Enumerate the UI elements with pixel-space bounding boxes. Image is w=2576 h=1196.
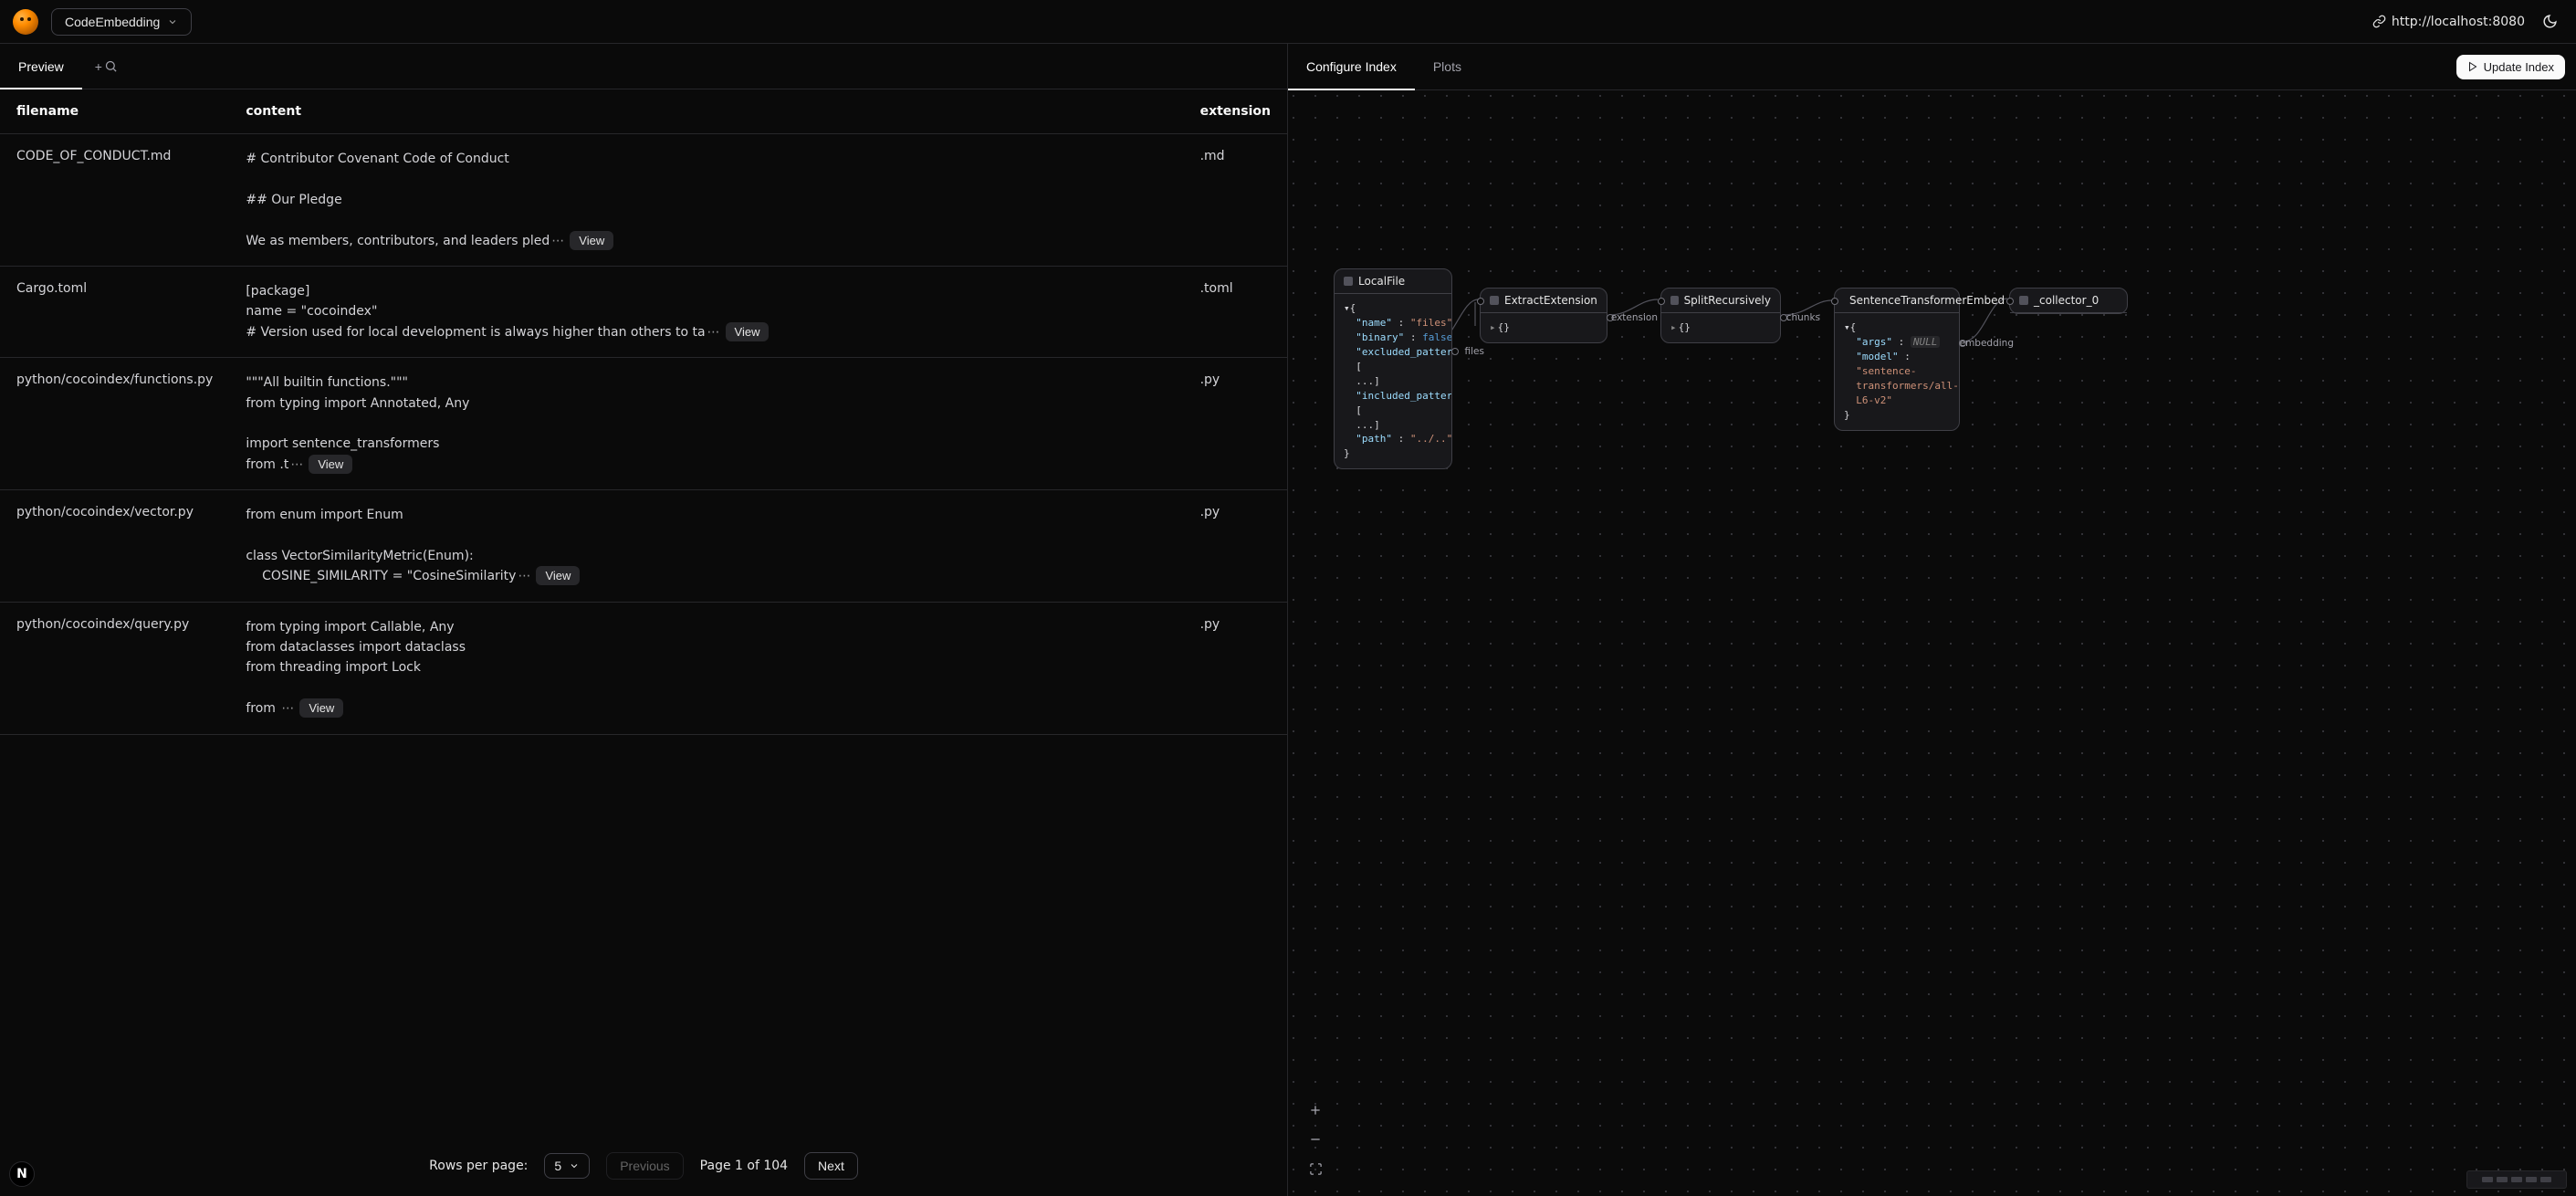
cell-filename: python/cocoindex/query.py (0, 602, 229, 734)
fit-view-button[interactable] (1303, 1156, 1328, 1181)
cell-filename: python/cocoindex/functions.py (0, 358, 229, 490)
flow-edges (1288, 90, 2576, 1196)
view-button[interactable]: View (536, 566, 580, 585)
project-selector[interactable]: CodeEmbedding (51, 8, 192, 36)
table-row: CODE_OF_CONDUCT.md# Contributor Covenant… (0, 134, 1287, 267)
zoom-in-button[interactable] (1303, 1097, 1328, 1123)
moon-icon (2542, 14, 2558, 29)
tab-preview[interactable]: Preview (0, 44, 82, 89)
app-logo (13, 9, 38, 35)
rows-per-page-label: Rows per page: (429, 1159, 528, 1173)
next-page-button[interactable]: Next (804, 1152, 858, 1180)
tab-plots[interactable]: Plots (1415, 44, 1480, 89)
port-in[interactable] (1477, 298, 1484, 305)
cell-extension: .md (1184, 134, 1287, 267)
node-title: SentenceTransformerEmbed (1849, 294, 2005, 307)
flow-canvas[interactable]: LocalFile ▾{ "name" : "files" "binary" :… (1288, 90, 2576, 1196)
collector-icon (2019, 296, 2028, 305)
col-extension: extension (1184, 89, 1287, 134)
cell-content: [package] name = "cocoindex" # Version u… (229, 266, 1183, 357)
cell-content: # Contributor Covenant Code of Conduct #… (229, 134, 1183, 267)
node-sentence-transformer-embed[interactable]: SentenceTransformerEmbed ▾{ "args" : NUL… (1834, 288, 1960, 431)
table-row: python/cocoindex/functions.py"""All buil… (0, 358, 1287, 490)
right-tabs: Configure Index Plots (1288, 44, 1480, 89)
node-split-recursively[interactable]: SplitRecursively ▸{} chunks (1660, 288, 1781, 343)
node-title: LocalFile (1358, 275, 1405, 288)
play-icon (2467, 61, 2478, 72)
update-index-button[interactable]: Update Index (2456, 55, 2565, 79)
minus-icon (1308, 1132, 1323, 1147)
theme-toggle[interactable] (2536, 8, 2563, 36)
view-button[interactable]: View (299, 698, 343, 718)
cell-filename: CODE_OF_CONDUCT.md (0, 134, 229, 267)
plus-icon (1308, 1103, 1323, 1117)
view-button[interactable]: View (309, 455, 352, 474)
cell-extension: .py (1184, 602, 1287, 734)
function-icon (1490, 296, 1499, 305)
ellipsis-icon: ⋯ (516, 569, 532, 583)
left-pane: Preview + filename content extension COD (0, 44, 1288, 1196)
node-extract-extension[interactable]: ExtractExtension ▸▸ {}{} extension (1480, 288, 1607, 343)
topbar: CodeEmbedding http://localhost:8080 (0, 0, 2576, 44)
port-label-chunks: chunks (1786, 312, 1820, 323)
minimap[interactable] (2466, 1170, 2567, 1189)
left-tabs: Preview + (0, 44, 1287, 89)
node-title: SplitRecursively (1684, 294, 1771, 307)
plus-icon: + (95, 59, 102, 74)
view-button[interactable]: View (726, 322, 770, 341)
page-info: Page 1 of 104 (700, 1159, 788, 1173)
col-filename: filename (0, 89, 229, 134)
prev-page-button[interactable]: Previous (606, 1152, 683, 1180)
ellipsis-icon: ⋯ (706, 325, 722, 340)
node-collector[interactable]: _collector_0 (2009, 288, 2128, 314)
port-label-extension: extension (1611, 312, 1658, 323)
zoom-out-button[interactable] (1303, 1127, 1328, 1152)
port-in[interactable] (1658, 298, 1665, 305)
database-icon (1344, 277, 1353, 286)
server-link[interactable]: http://localhost:8080 (2372, 15, 2525, 29)
rows-per-page-select[interactable]: 5 (544, 1153, 590, 1179)
cell-content: """All builtin functions.""" from typing… (229, 358, 1183, 490)
col-content: content (229, 89, 1183, 134)
table-row: Cargo.toml[package] name = "cocoindex" #… (0, 266, 1287, 357)
table-row: python/cocoindex/vector.pyfrom enum impo… (0, 490, 1287, 603)
port-label-embedding: embedding (1960, 338, 2014, 349)
table-row: python/cocoindex/query.pyfrom typing imp… (0, 602, 1287, 734)
port-in[interactable] (1831, 298, 1838, 305)
right-pane: Configure Index Plots Update Index (1288, 44, 2576, 1196)
maximize-icon (1309, 1162, 1323, 1176)
cell-content: from typing import Callable, Any from da… (229, 602, 1183, 734)
node-title: ExtractExtension (1504, 294, 1597, 307)
port-label-files: files (1465, 346, 1484, 357)
cell-extension: .toml (1184, 266, 1287, 357)
tab-add-search[interactable]: + (82, 44, 131, 89)
cell-filename: python/cocoindex/vector.py (0, 490, 229, 603)
cell-extension: .py (1184, 358, 1287, 490)
pagination: Rows per page: 5 Previous Page 1 of 104 … (0, 1136, 1287, 1196)
corner-badge[interactable]: N (9, 1161, 35, 1187)
port-in[interactable] (2006, 298, 2014, 305)
cell-extension: .py (1184, 490, 1287, 603)
ellipsis-icon: ⋯ (279, 701, 296, 716)
cell-content: from enum import Enum class VectorSimila… (229, 490, 1183, 603)
node-localfile[interactable]: LocalFile ▾{ "name" : "files" "binary" :… (1334, 268, 1452, 469)
node-title: _collector_0 (2034, 294, 2099, 307)
cell-filename: Cargo.toml (0, 266, 229, 357)
data-table: filename content extension CODE_OF_CONDU… (0, 89, 1287, 1136)
table-header-row: filename content extension (0, 89, 1287, 134)
link-icon (2372, 15, 2386, 28)
search-icon (104, 59, 118, 73)
canvas-controls (1303, 1097, 1328, 1181)
view-button[interactable]: View (570, 231, 613, 250)
chevron-down-icon (167, 16, 178, 27)
tab-configure-index[interactable]: Configure Index (1288, 44, 1415, 89)
ellipsis-icon: ⋯ (288, 457, 305, 472)
ellipsis-icon: ⋯ (550, 234, 566, 248)
chevron-down-icon (569, 1160, 580, 1171)
project-name: CodeEmbedding (65, 15, 160, 29)
port-out[interactable] (1451, 348, 1459, 355)
server-url: http://localhost:8080 (2392, 15, 2525, 29)
function-icon (1670, 296, 1679, 305)
